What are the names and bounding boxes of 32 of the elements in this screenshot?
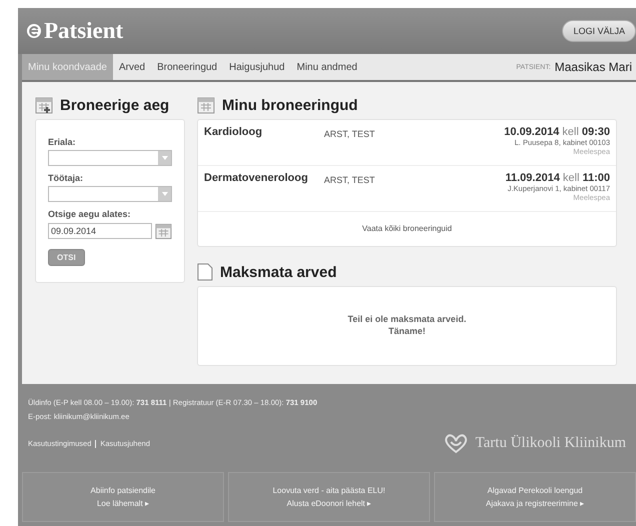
specialty: Dermatoveneroloog — [204, 172, 309, 186]
date-field[interactable]: 09.09.2014 — [48, 223, 152, 239]
field-label: Otsige aegu alates: — [48, 209, 132, 219]
empty-message: Täname! — [388, 326, 426, 338]
section-title: Broneerige aeg — [60, 96, 170, 114]
field-label: Eriala: — [48, 137, 77, 147]
empty-message: Teil ei ole maksmata arveid. — [348, 314, 466, 326]
promo-link[interactable]: Alusta eDoonori lehelt ▸ — [286, 499, 372, 508]
nav-tab[interactable]: Broneeringud — [151, 54, 224, 80]
appointment-time: 11.09.2014 kell 11:00 — [505, 172, 610, 184]
logo-text: Patsient — [44, 18, 124, 44]
nav-tab[interactable]: Haigusjuhud — [223, 54, 291, 80]
brand-name: Tartu Ülikooli Kliinikum — [475, 434, 626, 452]
search-button[interactable]: OTSI — [48, 249, 85, 266]
specialty: Kardioloog — [204, 126, 264, 140]
nav-tab[interactable]: Arved — [112, 54, 152, 80]
doctor-name: ARST, TEST — [324, 175, 376, 187]
logout-button[interactable]: LOGI VÄLJA — [562, 20, 636, 42]
promo-link[interactable]: Ajakava ja registreerimine ▸ — [486, 499, 584, 508]
patient-name: Maasikas Mari — [554, 60, 632, 74]
promo-link[interactable]: Loe lähemalt ▸ — [96, 499, 150, 508]
doctor-name: ARST, TEST — [324, 129, 376, 141]
promo-title: Loovuta verd - aita päästa ELU! — [272, 486, 386, 495]
field-label: Töötaja: — [48, 173, 84, 183]
nav-tab[interactable]: Minu andmed — [290, 54, 364, 80]
view-all-link[interactable]: Vaata kõiki broneeringuid — [198, 212, 616, 246]
appointment-time: 10.09.2014 kell 09:30 — [504, 126, 610, 138]
nav-tab[interactable]: Minu koondvaade — [22, 54, 113, 80]
section-title: Minu broneeringud — [222, 96, 358, 114]
section-title: Maksmata arved — [220, 264, 337, 280]
promo-title: Abiinfo patsiendile — [90, 486, 156, 495]
promo-title: Algavad Perekooli loengud — [487, 486, 583, 495]
